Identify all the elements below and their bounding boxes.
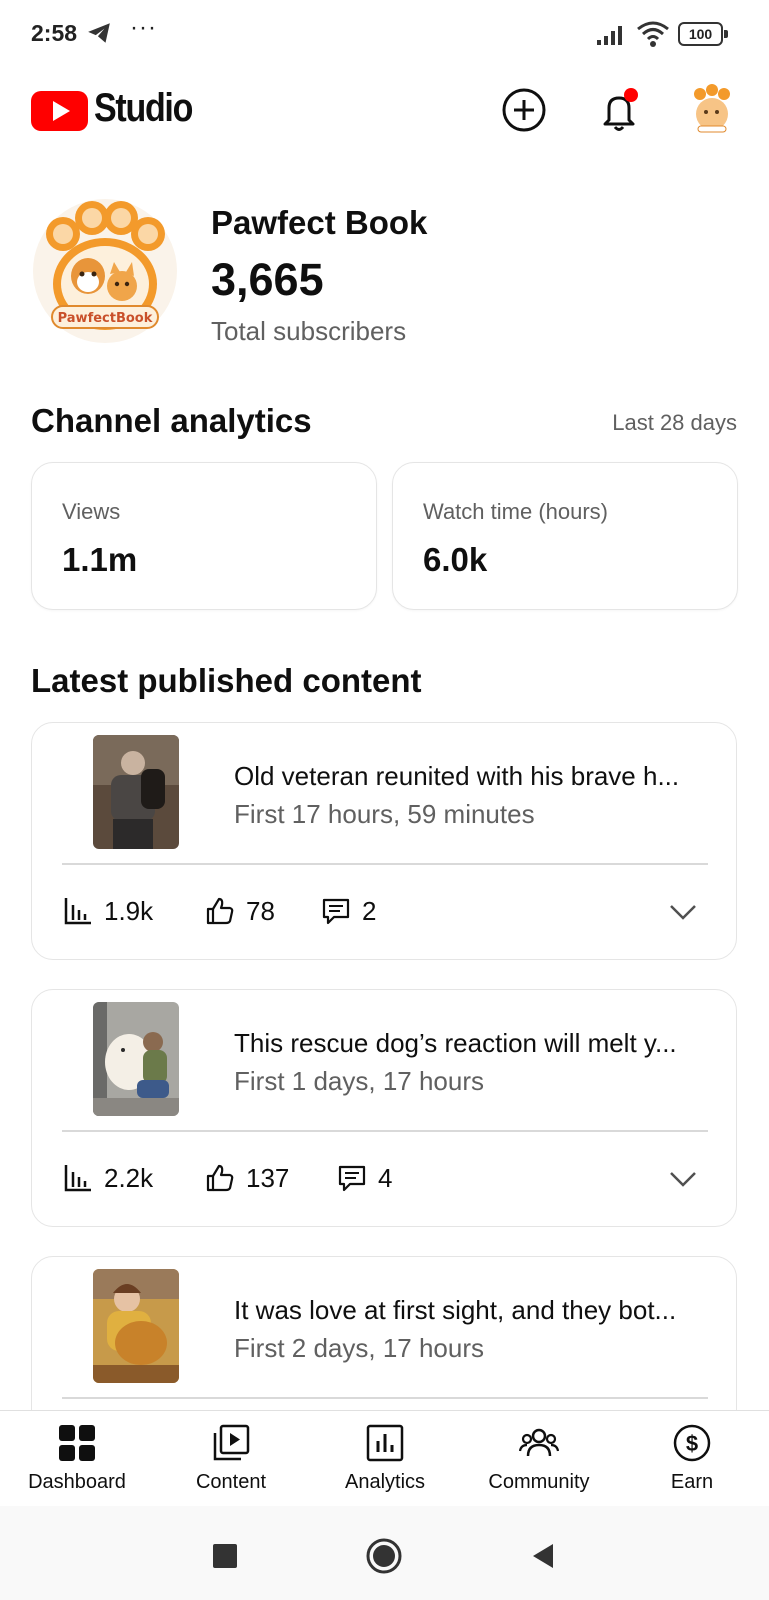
nav-label: Analytics bbox=[344, 1471, 426, 1493]
nav-label: Content bbox=[195, 1471, 267, 1493]
bar-chart-icon bbox=[64, 898, 91, 925]
status-bar: 2:58 ··· 100 bbox=[0, 0, 769, 70]
nav-community[interactable]: Community bbox=[462, 1411, 616, 1507]
video-thumbnail bbox=[93, 1002, 179, 1116]
thumb-up-icon bbox=[206, 897, 234, 925]
metric-value: 6.0k bbox=[423, 541, 488, 578]
metric-label: Watch time (hours) bbox=[423, 499, 609, 524]
analytics-period-label: Last 28 days bbox=[612, 410, 737, 435]
channel-logo: PawfectBook bbox=[33, 199, 177, 343]
comments-count: 2 bbox=[362, 895, 377, 926]
back-icon[interactable] bbox=[523, 1536, 563, 1576]
subscriber-count: 3,665 bbox=[211, 254, 324, 305]
comment-icon bbox=[322, 898, 350, 925]
signal-icon bbox=[597, 26, 622, 45]
analytics-icon bbox=[366, 1424, 404, 1462]
comment-icon bbox=[338, 1165, 366, 1192]
nav-label: Community bbox=[488, 1471, 590, 1493]
nav-earn[interactable]: $ Earn bbox=[615, 1411, 769, 1507]
battery-indicator: 100 bbox=[678, 22, 728, 46]
dashboard-icon bbox=[59, 1425, 95, 1461]
video-thumbnail bbox=[93, 735, 179, 849]
metric-label: Views bbox=[62, 499, 121, 524]
nav-label: Earn bbox=[670, 1471, 714, 1493]
video-age: First 17 hours, 59 minutes bbox=[234, 799, 535, 829]
likes-count: 78 bbox=[246, 895, 275, 926]
views-count: 2.2k bbox=[104, 1162, 154, 1193]
comments-stat: 2 bbox=[320, 891, 376, 931]
channel-analytics-title: Channel analytics bbox=[31, 402, 312, 439]
studio-brand-label: Studio bbox=[94, 86, 193, 130]
video-title: This rescue dog’s reaction will melt y..… bbox=[234, 1028, 677, 1058]
home-icon[interactable] bbox=[364, 1536, 404, 1576]
views-stat: 2.2k bbox=[62, 1158, 153, 1198]
telegram-icon bbox=[88, 23, 110, 43]
status-time: 2:58 bbox=[31, 20, 78, 46]
video-age: First 1 days, 17 hours bbox=[234, 1066, 484, 1096]
nav-analytics[interactable]: Analytics bbox=[308, 1411, 462, 1507]
subscriber-label: Total subscribers bbox=[211, 316, 407, 346]
thumb-up-icon bbox=[206, 1164, 234, 1192]
likes-stat: 137 bbox=[204, 1158, 289, 1198]
video-stats: 1.9k 78 2 bbox=[62, 891, 708, 931]
system-navigation-bar bbox=[0, 1506, 769, 1600]
notification-badge bbox=[624, 88, 638, 102]
nav-dashboard[interactable]: Dashboard bbox=[0, 1411, 154, 1507]
bar-chart-icon bbox=[64, 1165, 91, 1192]
nav-label: Dashboard bbox=[28, 1471, 126, 1493]
community-icon bbox=[519, 1428, 559, 1457]
video-thumbnail bbox=[93, 1269, 179, 1383]
more-notifications-icon: ··· bbox=[130, 14, 157, 41]
likes-count: 137 bbox=[246, 1162, 290, 1193]
channel-logo-text: PawfectBook bbox=[58, 311, 153, 326]
watch-time-card[interactable]: Watch time (hours) 6.0k bbox=[392, 462, 738, 610]
divider bbox=[62, 1397, 708, 1399]
comments-count: 4 bbox=[378, 1162, 393, 1193]
views-count: 1.9k bbox=[104, 895, 154, 926]
video-card[interactable]: This rescue dog’s reaction will melt y..… bbox=[31, 989, 737, 1227]
metric-value: 1.1m bbox=[62, 541, 138, 578]
chevron-down-icon[interactable] bbox=[666, 895, 700, 929]
youtube-logo-icon bbox=[31, 91, 88, 131]
earn-icon: $ bbox=[673, 1424, 711, 1462]
content-icon bbox=[213, 1424, 250, 1461]
comments-stat: 4 bbox=[336, 1158, 392, 1198]
notifications-button[interactable] bbox=[595, 86, 643, 134]
bottom-navigation: Dashboard Content Analytics Community $ … bbox=[0, 1410, 769, 1506]
chevron-down-icon[interactable] bbox=[666, 1162, 700, 1196]
nav-content[interactable]: Content bbox=[154, 1411, 308, 1507]
latest-content-title: Latest published content bbox=[31, 662, 422, 699]
recent-apps-icon[interactable] bbox=[205, 1536, 245, 1576]
account-avatar[interactable] bbox=[690, 84, 734, 134]
views-stat: 1.9k bbox=[62, 891, 153, 931]
wifi-icon bbox=[637, 21, 669, 47]
create-button[interactable] bbox=[500, 86, 548, 134]
battery-level: 100 bbox=[678, 22, 723, 46]
divider bbox=[62, 863, 708, 865]
channel-name: Pawfect Book bbox=[211, 204, 428, 241]
video-title: It was love at first sight, and they bot… bbox=[234, 1295, 677, 1325]
video-card[interactable]: Old veteran reunited with his brave h...… bbox=[31, 722, 737, 960]
svg-text:$: $ bbox=[686, 1431, 698, 1456]
video-title: Old veteran reunited with his brave h... bbox=[234, 761, 680, 791]
video-age: First 2 days, 17 hours bbox=[234, 1333, 484, 1363]
likes-stat: 78 bbox=[204, 891, 275, 931]
video-stats: 2.2k 137 4 bbox=[62, 1158, 708, 1198]
divider bbox=[62, 1130, 708, 1132]
app-header: Studio bbox=[0, 78, 769, 148]
views-card[interactable]: Views 1.1m bbox=[31, 462, 377, 610]
